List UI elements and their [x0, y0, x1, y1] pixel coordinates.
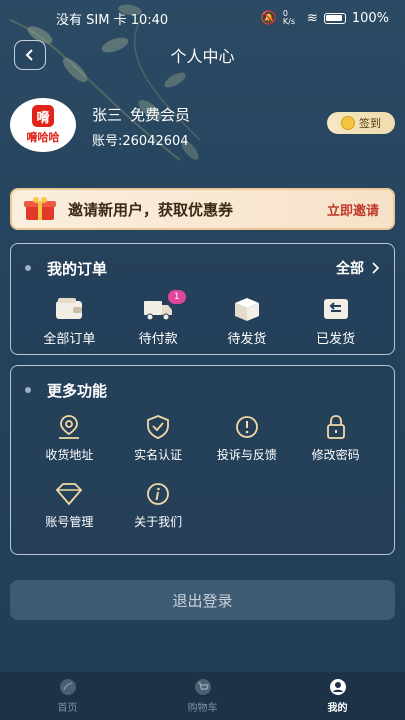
- signin-label: 签到: [359, 117, 381, 130]
- address-item[interactable]: 收货地址: [25, 414, 114, 463]
- tab-home-label: 首页: [57, 703, 78, 714]
- shield-check-icon: [147, 415, 170, 439]
- network-speed: 0 K/s: [282, 9, 296, 26]
- orders-card: 我的订单 全部 全部订单 1 待付款 待发货 已发货: [10, 243, 395, 355]
- orders-title: 我的订单: [47, 259, 108, 278]
- chevron-right-icon: [372, 262, 380, 274]
- cart-icon: [194, 679, 211, 695]
- signin-button[interactable]: 签到: [327, 112, 395, 134]
- all-orders-link[interactable]: 全部: [336, 258, 380, 278]
- page-title: 个人中心: [170, 47, 235, 66]
- pending-payment-badge: 1: [167, 290, 186, 304]
- avatar[interactable]: 嗋 嗋哈哈: [10, 98, 76, 152]
- gift-box-icon: [24, 197, 56, 220]
- verification-item[interactable]: 实名认证: [114, 414, 203, 463]
- profile-section: 嗋 嗋哈哈 张三 免费会员 账号:26042604 签到: [10, 98, 395, 158]
- diamond-icon: [56, 483, 83, 506]
- invite-now-link[interactable]: 立即邀请: [327, 200, 379, 219]
- battery-level: 100%: [351, 10, 389, 26]
- lock-icon: [326, 415, 345, 439]
- return-icon: [323, 299, 348, 319]
- info-icon: [147, 483, 170, 505]
- tab-bar: 首页 购物车 我的: [0, 672, 405, 720]
- nav-bar: 个人中心: [0, 38, 405, 72]
- order-pending-shipment-label: 待发货: [227, 332, 267, 347]
- about-us-label: 关于我们: [134, 515, 183, 529]
- change-password-item[interactable]: 修改密码: [291, 414, 380, 463]
- order-shipped[interactable]: 已发货: [291, 296, 380, 347]
- avatar-brand-text: 嗋哈哈: [26, 131, 60, 144]
- user-name: 张三: [92, 106, 123, 124]
- box-icon: [234, 298, 259, 321]
- order-pending-payment-label: 待付款: [138, 332, 178, 347]
- user-name-line: 张三 免费会员: [92, 104, 190, 125]
- account-number: 账号:26042604: [92, 134, 189, 149]
- feedback-label: 投诉与反馈: [216, 448, 277, 462]
- tab-cart-label: 购物车: [187, 703, 218, 714]
- more-title: 更多功能: [47, 381, 108, 400]
- mute-icon: 🔕: [260, 10, 277, 26]
- member-level: 免费会员: [130, 106, 191, 124]
- bullet-icon: [25, 387, 37, 393]
- more-functions-card: 更多功能 收货地址 实名认证 投诉与反馈 修改密码 账号管理 关于我们: [10, 365, 395, 555]
- all-orders-label: 全部: [336, 261, 364, 277]
- invite-text: 邀请新用户，获取优惠券: [68, 200, 234, 219]
- user-icon: [329, 679, 346, 695]
- home-icon: [59, 679, 76, 695]
- verification-label: 实名认证: [134, 448, 183, 462]
- tab-mine[interactable]: 我的: [288, 678, 388, 714]
- change-password-label: 修改密码: [311, 448, 360, 462]
- coin-icon: [341, 116, 355, 130]
- order-all-label: 全部订单: [43, 332, 96, 347]
- location-icon: [59, 415, 80, 439]
- invite-banner[interactable]: 邀请新用户，获取优惠券 立即邀请: [10, 188, 395, 230]
- battery-icon: [323, 12, 346, 24]
- address-label: 收货地址: [45, 448, 94, 462]
- tab-cart[interactable]: 购物车: [153, 678, 253, 714]
- status-bar: 没有 SIM 卡 10:40 🔕 0 K/s ≋ 100%: [0, 0, 405, 36]
- alert-icon: [235, 416, 258, 438]
- account-management-item[interactable]: 账号管理: [25, 481, 114, 530]
- back-button[interactable]: [14, 40, 46, 70]
- wifi-icon: ≋: [306, 10, 318, 26]
- tab-home[interactable]: 首页: [18, 678, 118, 714]
- bullet-icon: [25, 265, 37, 271]
- feedback-item[interactable]: 投诉与反馈: [203, 414, 292, 463]
- order-all[interactable]: 全部订单: [25, 296, 114, 347]
- order-pending-shipment[interactable]: 待发货: [203, 296, 292, 347]
- order-pending-payment[interactable]: 1 待付款: [114, 290, 203, 347]
- order-shipped-label: 已发货: [316, 332, 356, 347]
- brand-logo-icon: 嗋: [32, 105, 54, 127]
- account-management-label: 账号管理: [45, 515, 94, 529]
- about-us-item[interactable]: 关于我们: [114, 481, 203, 530]
- wallet-icon: [56, 298, 83, 319]
- carrier-time: 没有 SIM 卡 10:40: [56, 12, 169, 28]
- chevron-left-icon: [25, 49, 33, 61]
- tab-mine-label: 我的: [327, 703, 348, 714]
- logout-button[interactable]: 退出登录: [10, 580, 395, 620]
